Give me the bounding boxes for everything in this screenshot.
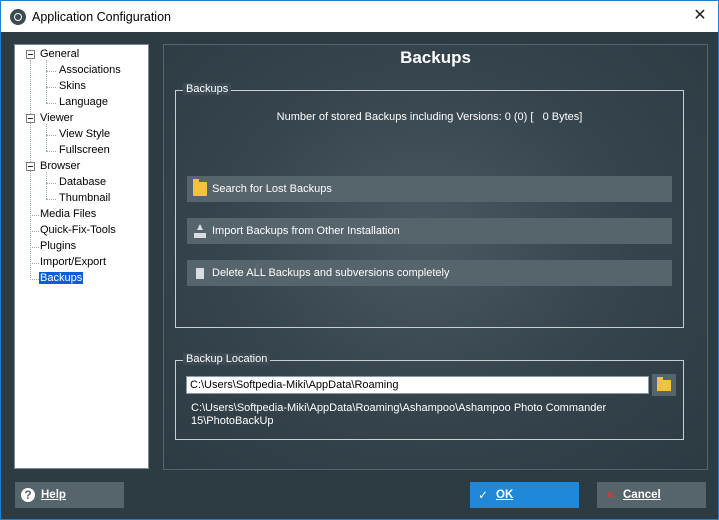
- tree-connector: [30, 215, 39, 216]
- trash-icon: [193, 266, 207, 280]
- resolved-backup-path: C:\Users\Softpedia-Miki\AppData\Roaming\…: [191, 402, 607, 427]
- search-lost-backups-button[interactable]: Search for Lost Backups: [187, 176, 672, 202]
- backups-panel: Backups Backups Number of stored Backups…: [163, 44, 708, 470]
- ok-label: OK: [496, 489, 514, 501]
- tree-item-associations[interactable]: Associations: [59, 63, 121, 78]
- backup-path-input[interactable]: C:\Users\Softpedia-Miki\AppData\Roaming: [186, 376, 649, 394]
- tree-item-backups[interactable]: Backups: [39, 271, 84, 286]
- tree-item-database[interactable]: Database: [59, 175, 106, 190]
- tree-connector: [46, 183, 56, 184]
- import-backups-label: Import Backups from Other Installation: [212, 225, 400, 237]
- settings-tree[interactable]: General Associations Skins Language View…: [14, 44, 149, 469]
- tree-connector: [30, 263, 39, 264]
- tree-item-fullscreen[interactable]: Fullscreen: [59, 143, 110, 158]
- tree-connector: [46, 135, 56, 136]
- tree-connector: [46, 199, 56, 200]
- tree-connector: [46, 151, 56, 152]
- ok-button[interactable]: ✓ OK: [470, 482, 579, 508]
- import-backups-button[interactable]: Import Backups from Other Installation: [187, 218, 672, 244]
- collapse-general-icon[interactable]: [26, 50, 35, 59]
- backups-group-label: Backups: [183, 83, 232, 95]
- tree-connector: [46, 103, 56, 104]
- backup-location-group: Backup Location C:\Users\Softpedia-Miki\…: [175, 353, 684, 440]
- tree-item-general[interactable]: General: [40, 47, 79, 62]
- browse-folder-button[interactable]: [652, 374, 676, 396]
- tree-connector: [30, 279, 39, 280]
- collapse-viewer-icon[interactable]: [26, 114, 35, 123]
- tree-item-language[interactable]: Language: [59, 95, 108, 110]
- tree-connector: [46, 124, 47, 151]
- close-button[interactable]: ✕: [690, 6, 710, 26]
- tree-item-quick-fix-tools[interactable]: Quick-Fix-Tools: [40, 223, 116, 238]
- backup-location-label: Backup Location: [183, 353, 271, 365]
- cancel-label: Cancel: [623, 489, 661, 501]
- search-lost-backups-label: Search for Lost Backups: [212, 183, 332, 195]
- help-button[interactable]: ? Help: [15, 482, 124, 508]
- tree-item-import-export[interactable]: Import/Export: [40, 255, 106, 270]
- tree-item-media-files[interactable]: Media Files: [40, 207, 96, 222]
- folder-icon: [193, 179, 207, 196]
- title-bar: Application Configuration ✕: [1, 1, 718, 32]
- tree-item-plugins[interactable]: Plugins: [40, 239, 76, 254]
- tree-connector: [30, 247, 39, 248]
- app-config-window: Application Configuration ✕ General Asso…: [0, 0, 719, 520]
- tree-item-viewer[interactable]: Viewer: [40, 111, 73, 126]
- help-icon: ?: [21, 488, 35, 502]
- help-label: Help: [41, 489, 66, 501]
- tree-item-browser[interactable]: Browser: [40, 159, 80, 174]
- app-logo-icon: [10, 8, 26, 25]
- window-title: Application Configuration: [32, 9, 171, 24]
- tree-connector: [46, 60, 47, 103]
- collapse-browser-icon[interactable]: [26, 162, 35, 171]
- folder-icon: [657, 377, 671, 391]
- tree-connector: [30, 231, 39, 232]
- tree-connector: [46, 71, 56, 72]
- tree-item-view-style[interactable]: View Style: [59, 127, 110, 142]
- cancel-button[interactable]: ✕ Cancel: [597, 482, 706, 508]
- import-icon: [193, 224, 207, 238]
- tree-connector: [46, 172, 47, 199]
- tree-item-skins[interactable]: Skins: [59, 79, 86, 94]
- checkmark-icon: ✓: [477, 488, 489, 502]
- delete-all-backups-button[interactable]: Delete ALL Backups and subversions compl…: [187, 260, 672, 286]
- backups-group: Backups Number of stored Backups includi…: [175, 83, 684, 328]
- close-icon: ✕: [693, 7, 707, 24]
- tree-connector: [46, 87, 56, 88]
- delete-all-backups-label: Delete ALL Backups and subversions compl…: [212, 267, 450, 279]
- cancel-x-icon: ✕: [604, 488, 616, 502]
- page-title: Backups: [400, 48, 471, 67]
- backups-count-text: Number of stored Backups including Versi…: [276, 111, 583, 123]
- tree-item-thumbnail[interactable]: Thumbnail: [59, 191, 110, 206]
